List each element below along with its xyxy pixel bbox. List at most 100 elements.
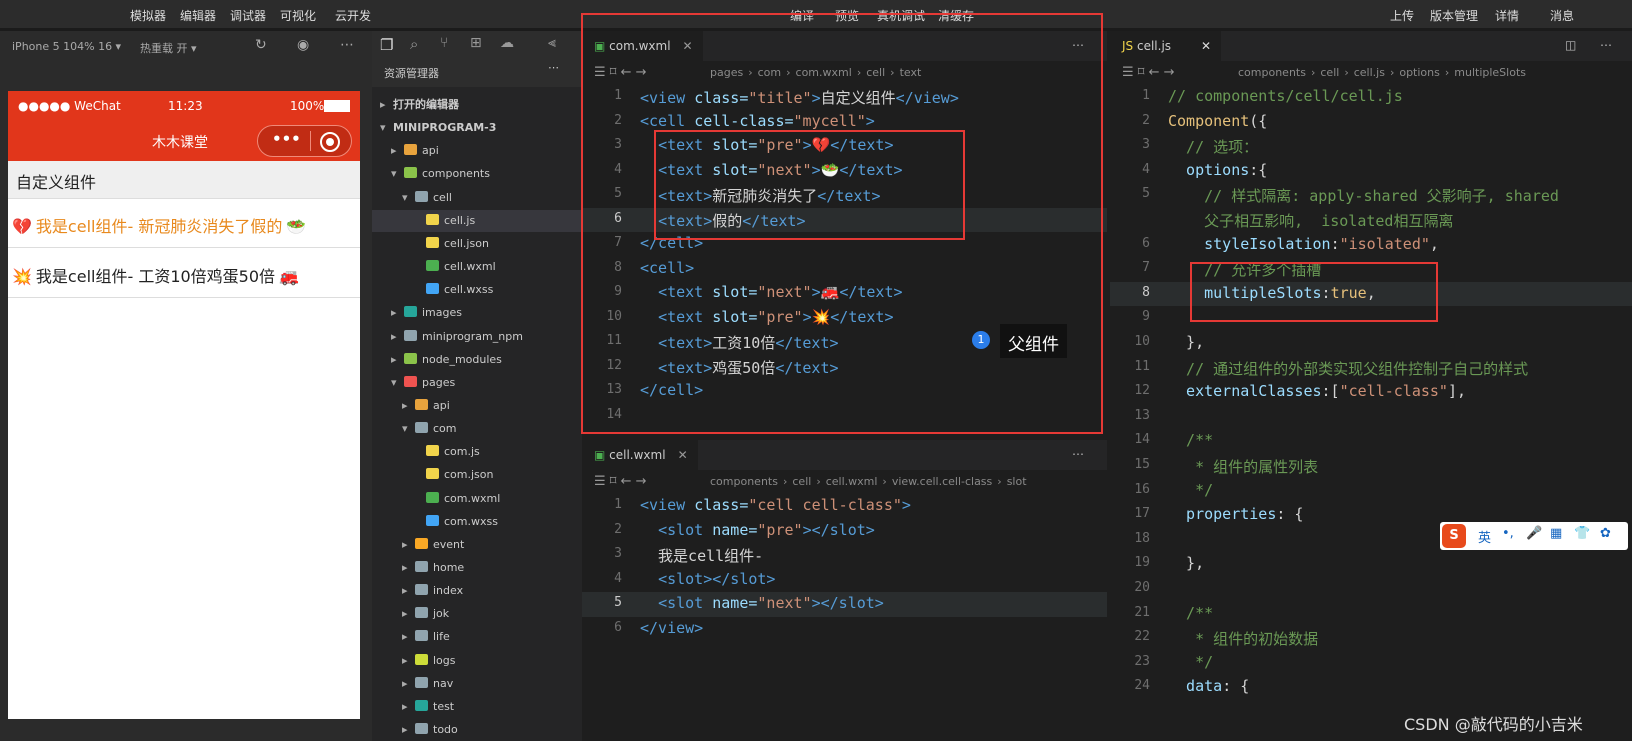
- breadcrumb-item[interactable]: cell: [1320, 66, 1339, 79]
- tree-item[interactable]: ▾ components: [372, 163, 582, 185]
- menu-left-0[interactable]: 模拟器: [130, 7, 166, 24]
- code-line: * 组件的属性列表: [1168, 458, 1319, 476]
- tree-item[interactable]: ▾ MINIPROGRAM-3: [372, 117, 582, 139]
- line-number: 17: [1134, 506, 1150, 522]
- capsule-menu[interactable]: •••: [257, 125, 352, 157]
- tree-item[interactable]: ▾ com: [372, 418, 582, 440]
- tree-item-label: life: [433, 630, 450, 644]
- breadcrumb-item[interactable]: options: [1399, 66, 1440, 79]
- tree-item[interactable]: com.wxss: [372, 511, 582, 533]
- code-line: <slot></slot>: [658, 569, 776, 588]
- menu-right-2[interactable]: 详情: [1495, 7, 1519, 24]
- split-editor-icon[interactable]: ◫: [1565, 38, 1576, 52]
- nav-arrows-icon[interactable]: ☰ ⌑ ← →: [594, 474, 647, 489]
- tree-item[interactable]: ▸ todo: [372, 719, 582, 741]
- breadcrumb-item[interactable]: view.cell.cell-class: [892, 475, 992, 488]
- device-select[interactable]: iPhone 5 104% 16 ▾: [12, 40, 121, 53]
- hot-reload-toggle[interactable]: 热重载 开 ▾: [140, 40, 197, 56]
- tree-item[interactable]: ▸ node_modules: [372, 349, 582, 371]
- breadcrumb-item[interactable]: components: [1238, 66, 1306, 79]
- tree-item[interactable]: ▸ images: [372, 302, 582, 324]
- tree-item[interactable]: com.wxml: [372, 488, 582, 510]
- line-number: 1: [1142, 88, 1150, 103]
- microphone-icon[interactable]: 🎤: [1526, 526, 1542, 541]
- tree-item[interactable]: ▸ nav: [372, 673, 582, 695]
- folder-icon: [415, 653, 428, 665]
- tree-item-label: miniprogram_npm: [422, 329, 523, 343]
- folder-icon: [404, 375, 417, 387]
- breadcrumb-item[interactable]: slot: [1007, 475, 1027, 488]
- tree-item-label: nav: [433, 676, 454, 690]
- nav-arrows-icon[interactable]: ☰ ⌑ ← →: [1122, 65, 1175, 80]
- folder-icon: [415, 561, 428, 572]
- extensions-icon[interactable]: ⊞: [470, 35, 482, 51]
- tree-item[interactable]: ▾ pages: [372, 372, 582, 394]
- tree-item[interactable]: com.js: [372, 441, 582, 463]
- tree-item[interactable]: ▸ home: [372, 557, 582, 579]
- tree-item[interactable]: ▸ miniprogram_npm: [372, 326, 582, 348]
- menu-left-3[interactable]: 可视化: [280, 7, 316, 24]
- toolbox-icon[interactable]: ✿: [1600, 526, 1611, 541]
- tree-item[interactable]: cell.json: [372, 233, 582, 255]
- explorer-more-icon[interactable]: ⋯: [548, 61, 559, 74]
- menu-right-0[interactable]: 上传: [1390, 7, 1414, 24]
- breadcrumb-item[interactable]: cell.js: [1354, 66, 1385, 79]
- skin-icon[interactable]: 👕: [1574, 526, 1590, 541]
- more-dots-icon[interactable]: •••: [272, 130, 301, 148]
- tree-item[interactable]: cell.wxss: [372, 279, 582, 301]
- code-line: styleIsolation:"isolated",: [1168, 234, 1439, 253]
- nav-bar: 木木课堂 •••: [8, 121, 360, 161]
- line-number: 2: [1142, 112, 1150, 128]
- tree-item[interactable]: ▸ api: [372, 140, 582, 162]
- tree-item[interactable]: com.json: [372, 464, 582, 486]
- tree-item[interactable]: ▸ event: [372, 534, 582, 556]
- tab-cell-js[interactable]: JS cell.js ✕: [1110, 31, 1222, 61]
- tree-item[interactable]: ▸ test: [372, 696, 582, 718]
- page-title: 自定义组件: [8, 161, 360, 199]
- menu-left-1[interactable]: 编辑器: [180, 7, 216, 24]
- tree-item[interactable]: ▸ index: [372, 580, 582, 602]
- split-panel-icon[interactable]: ⫷: [548, 35, 556, 51]
- menu-right-3[interactable]: 消息: [1550, 7, 1574, 24]
- tree-item[interactable]: ▸ life: [372, 626, 582, 648]
- editor2-code[interactable]: 1 <view class="cell cell-class"> 2 <slot n…: [582, 494, 1107, 741]
- editor3-code[interactable]: 1 // components/cell/cell.js 2 Component({3…: [1110, 85, 1632, 741]
- tree-item[interactable]: ▾ cell: [372, 187, 582, 209]
- tree-item[interactable]: ▸ jok: [372, 603, 582, 625]
- editor-more-icon[interactable]: ⋯: [1072, 447, 1084, 461]
- chevron-icon: ▸: [402, 653, 408, 667]
- breadcrumb-item[interactable]: cell.wxml: [826, 475, 878, 488]
- docker-icon[interactable]: ☁: [500, 35, 514, 51]
- tree-item[interactable]: ▸ 打开的编辑器: [372, 94, 582, 116]
- more-icon[interactable]: ⋯: [340, 37, 354, 53]
- line-number: 13: [1134, 407, 1150, 423]
- menu-left-4[interactable]: 云开发: [335, 7, 371, 24]
- breadcrumb-item[interactable]: cell: [792, 475, 811, 488]
- close-tab-icon[interactable]: ✕: [1201, 39, 1211, 53]
- chevron-icon: ▸: [402, 561, 408, 574]
- keyboard-icon[interactable]: ▦: [1550, 526, 1562, 541]
- tree-item[interactable]: cell.js: [372, 209, 582, 232]
- phone-screen: ●●●●● WeChat 11:23 100% 木木课堂 ••• 自定义组件 💔…: [8, 91, 360, 719]
- tree-item[interactable]: ▸ logs: [372, 650, 582, 672]
- files-icon[interactable]: ❐: [380, 36, 393, 54]
- punctuation-icon[interactable]: •,: [1502, 526, 1514, 541]
- tab-cell-wxml[interactable]: ▣ cell.wxml ✕: [582, 440, 698, 470]
- tree-item-label: jok: [433, 607, 450, 621]
- line-number: 9: [1142, 309, 1150, 325]
- refresh-icon[interactable]: ↻: [255, 37, 267, 53]
- editor-more-icon[interactable]: ⋯: [1600, 38, 1612, 52]
- tree-item[interactable]: ▸ api: [372, 395, 582, 417]
- close-tab-icon[interactable]: ✕: [678, 448, 688, 462]
- ime-toolbar[interactable]: S 英 •, 🎤 ▦ 👕 ✿: [1440, 522, 1628, 550]
- chevron-icon: ▸: [402, 676, 408, 690]
- search-icon[interactable]: ⌕: [410, 35, 418, 53]
- breadcrumb-item[interactable]: components: [710, 475, 778, 488]
- menu-left-2[interactable]: 调试器: [230, 7, 266, 24]
- stop-icon[interactable]: ◉: [297, 37, 309, 53]
- close-capsule-icon[interactable]: [320, 132, 340, 152]
- breadcrumb-item[interactable]: multipleSlots: [1454, 66, 1526, 79]
- menu-right-1[interactable]: 版本管理: [1430, 7, 1478, 24]
- source-control-icon[interactable]: ⑂: [440, 35, 448, 51]
- tree-item[interactable]: cell.wxml: [372, 256, 582, 278]
